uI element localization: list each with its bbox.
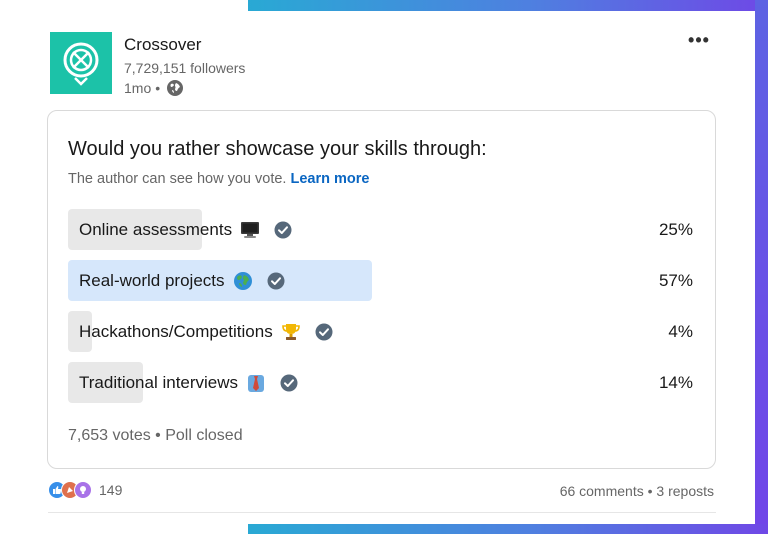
poll-option-content: Hackathons/Competitions	[79, 311, 333, 352]
post-age: 1mo	[124, 80, 152, 96]
trophy-icon	[281, 322, 301, 342]
checkmark-icon	[309, 323, 333, 341]
poll-option-percent: 4%	[668, 321, 693, 341]
desktop-computer-icon	[240, 220, 260, 240]
checkmark-icon	[261, 272, 285, 290]
crossover-logo-icon	[63, 42, 99, 86]
poll-option-percent: 25%	[658, 219, 693, 239]
company-logo[interactable]	[50, 32, 112, 94]
poll-option-label: Hackathons/Competitions	[79, 321, 273, 341]
gradient-frame-bottom	[248, 524, 768, 534]
insightful-reaction-icon	[74, 481, 92, 499]
gradient-frame-right	[755, 0, 768, 534]
more-options-button[interactable]: •••	[686, 29, 712, 51]
poll-question: Would you rather showcase your skills th…	[68, 138, 487, 160]
poll-option-label: Online assessments	[79, 219, 233, 239]
necktie-icon	[246, 373, 266, 393]
post-card: Crossover 7,729,151 followers 1mo • ••• …	[0, 11, 755, 524]
checkmark-icon	[274, 374, 298, 392]
post-meta: 1mo •	[124, 79, 184, 97]
reaction-count: 149	[99, 482, 123, 498]
poll-option-percent: 57%	[658, 270, 693, 290]
poll-option: Traditional interviews 14%	[68, 362, 695, 403]
poll-option-content: Real-world projects	[79, 260, 285, 301]
poll-option-label: Real-world projects	[79, 270, 225, 290]
meta-separator: •	[155, 80, 161, 96]
learn-more-link[interactable]: Learn more	[290, 171, 369, 187]
poll-container: Would you rather showcase your skills th…	[47, 110, 716, 469]
author-name[interactable]: Crossover	[124, 35, 201, 55]
action-bar-divider	[48, 512, 716, 513]
poll-option: Online assessments 25%	[68, 209, 695, 250]
poll-option: Hackathons/Competitions 4%	[68, 311, 695, 352]
poll-option-percent: 14%	[658, 372, 693, 392]
globe-icon	[233, 271, 253, 291]
follower-count: 7,729,151 followers	[124, 60, 246, 76]
gradient-frame-top	[248, 0, 768, 11]
reactions-summary[interactable]: 149	[48, 481, 122, 499]
poll-visibility-note: The author can see how you vote. Learn m…	[68, 171, 369, 187]
comments-reposts-count[interactable]: 66 comments • 3 reposts	[560, 483, 714, 499]
poll-note-text: The author can see how you vote.	[68, 171, 287, 187]
poll-option-content: Online assessments	[79, 209, 292, 250]
poll-option-content: Traditional interviews	[79, 362, 298, 403]
poll-summary: 7,653 votes • Poll closed	[68, 427, 243, 444]
poll-option-label: Traditional interviews	[79, 372, 239, 392]
checkmark-icon	[268, 221, 292, 239]
poll-option: Real-world projects 57%	[68, 260, 695, 301]
globe-icon	[167, 80, 184, 96]
